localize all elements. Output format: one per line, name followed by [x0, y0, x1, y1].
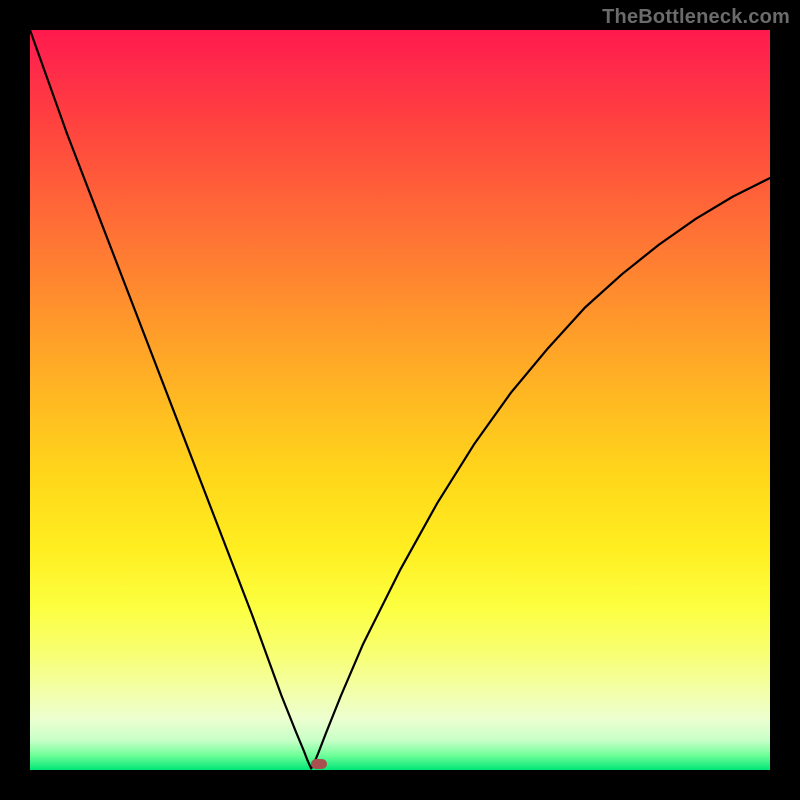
bottleneck-curve — [30, 30, 770, 770]
minimum-marker — [311, 759, 327, 769]
plot-area — [30, 30, 770, 770]
curve-path — [30, 30, 770, 769]
watermark-label: TheBottleneck.com — [602, 6, 790, 29]
chart-stage: TheBottleneck.com — [0, 0, 800, 800]
